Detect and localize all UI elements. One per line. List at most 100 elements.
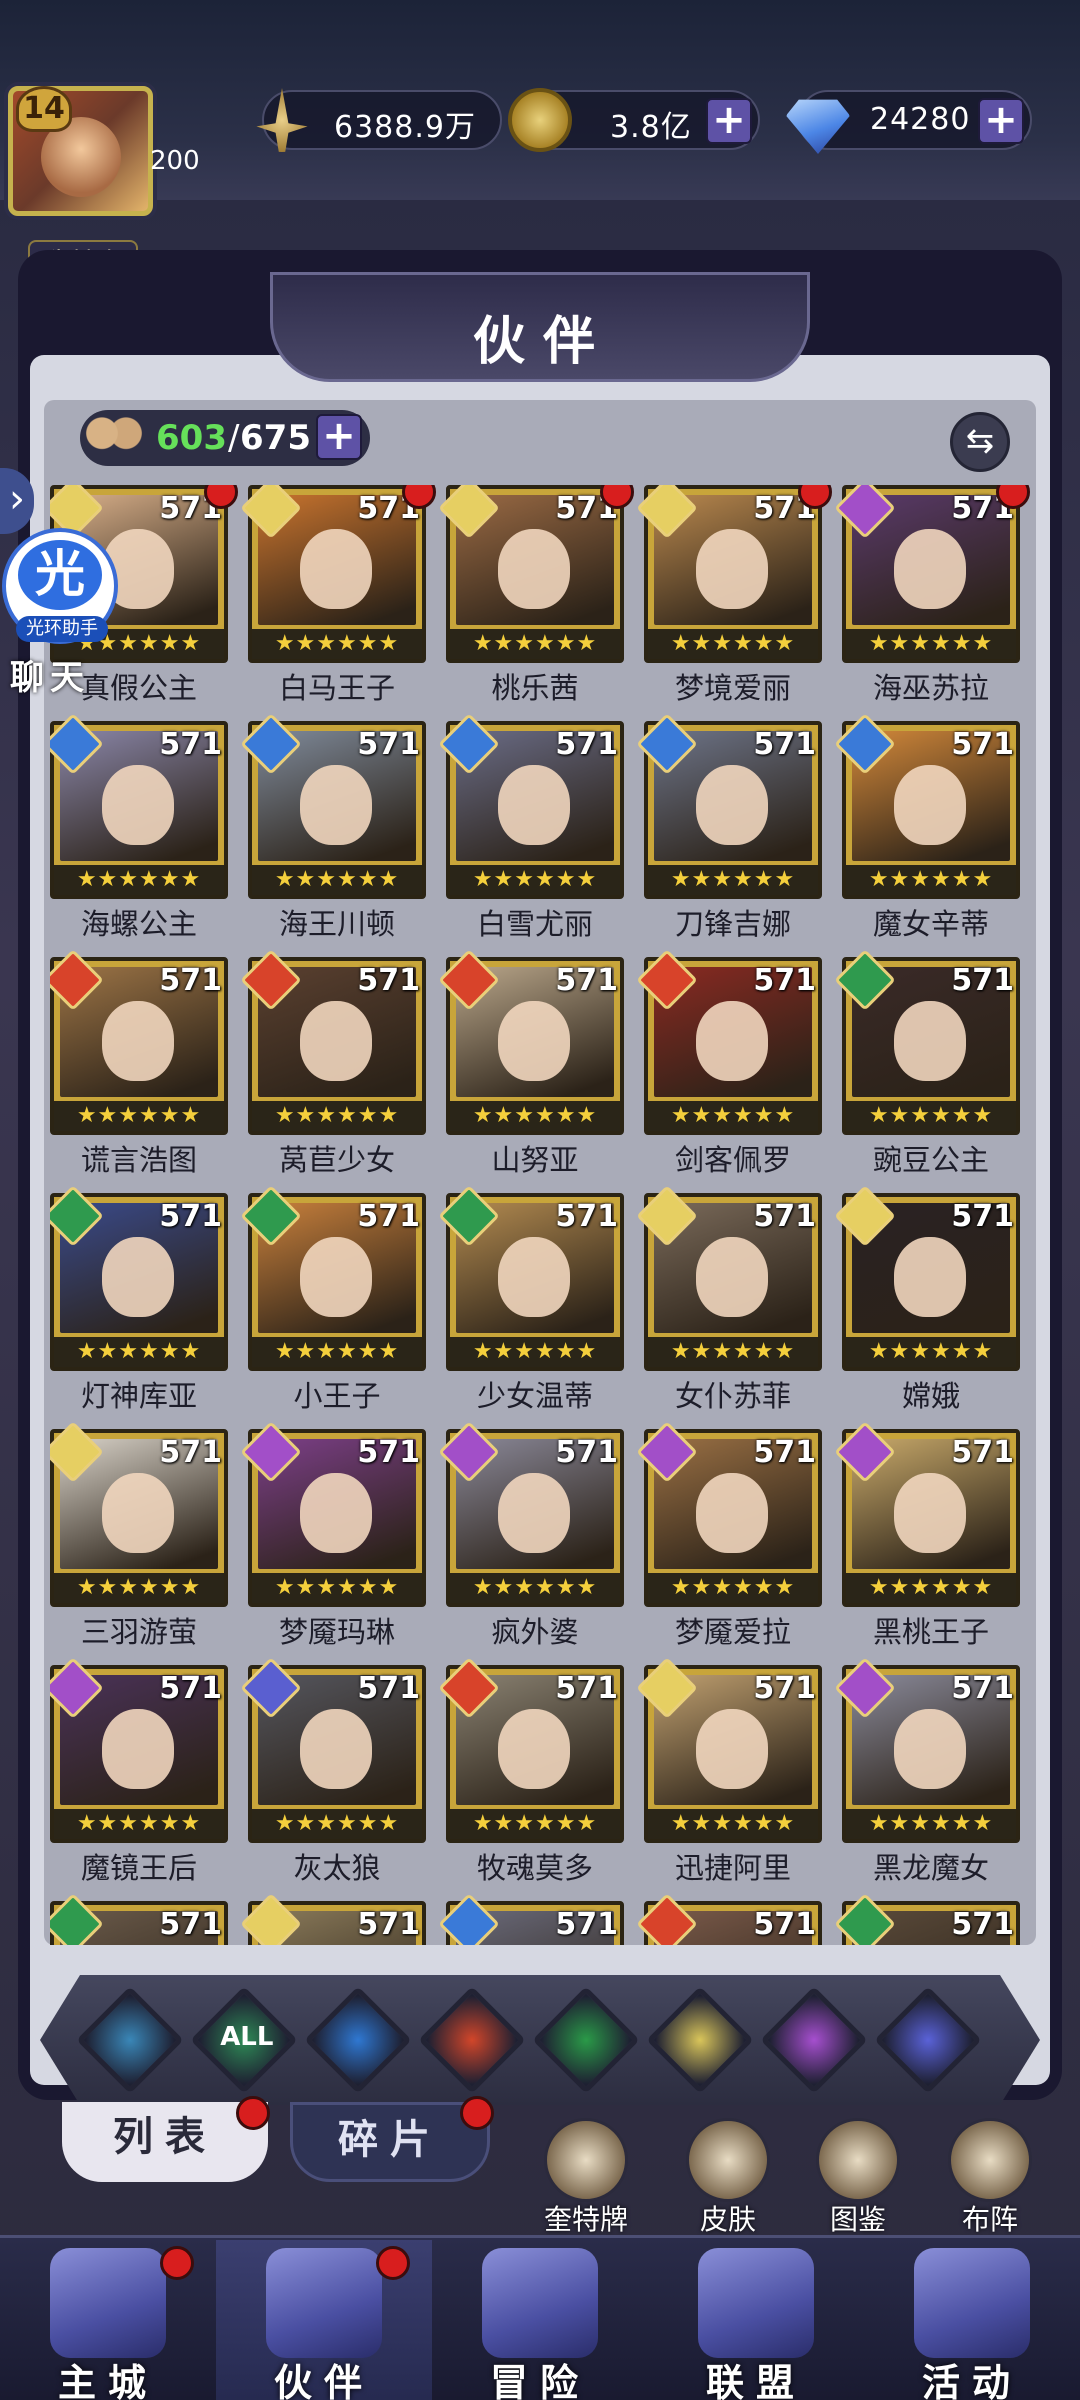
hero-face <box>894 529 966 609</box>
hero-name: 三羽游萤 <box>80 1615 197 1649</box>
hero-stars: ★★★★★★ <box>648 865 818 895</box>
tool-formation-label: 布阵 <box>961 2203 1018 2236</box>
nav-main-city[interactable]: 主城 <box>0 2240 216 2400</box>
hero-card[interactable]: ★★★★★★ 571 白雪尤丽 <box>438 713 624 951</box>
hero-level: 571 <box>555 727 618 762</box>
hero-card[interactable]: ★★★★★★ 571 梦境爱丽 <box>636 485 832 715</box>
hero-stars: ★★★★★★ <box>450 1337 620 1367</box>
nav-events[interactable]: 活动 <box>864 2240 1080 2400</box>
hero-card[interactable]: ★★★★★★ 571 三羽游萤 <box>50 1421 228 1659</box>
hero-card[interactable]: ★★★★★★ 571 迅捷阿里 <box>636 1657 822 1895</box>
hero-name: 白雪尤丽 <box>476 907 593 941</box>
add-gems-button[interactable]: + <box>978 98 1024 144</box>
gem-value: 24280 <box>870 102 971 137</box>
hero-face <box>696 1237 768 1317</box>
add-gold-button[interactable]: + <box>706 98 752 144</box>
hero-card[interactable]: ★★★★★★ 571 剑客佩罗 <box>636 949 822 1187</box>
tool-codex[interactable]: 图鉴 <box>808 2118 908 2236</box>
hero-card[interactable]: ★★★★★★ 571 谎言浩图 <box>50 949 228 1187</box>
hero-card[interactable]: ★★★★★★ 571 山努亚 <box>438 949 624 1187</box>
hero-stars: ★★★★★★ <box>648 1573 818 1603</box>
castle-icon <box>50 2248 166 2358</box>
hero-card[interactable]: ★★★★★★ 571 女仆苏菲 <box>636 1185 822 1423</box>
nav-red-dot <box>376 2246 410 2280</box>
hero-face <box>102 1473 174 1553</box>
hero-card[interactable]: ★★★★★★ 571 魔女辛蒂 <box>834 713 1020 951</box>
hero-name: 小王子 <box>293 1379 381 1413</box>
hero-card[interactable]: ★★★★★★ 571 灯神库亚 <box>50 1185 228 1423</box>
hero-card[interactable]: ★★★★★★571 <box>50 1893 228 1945</box>
hero-card[interactable]: ★★★★★★ 571 豌豆公主 <box>834 949 1020 1187</box>
coin-icon <box>508 88 572 152</box>
hero-card[interactable]: ★★★★★★ 571 灰太狼 <box>240 1657 426 1895</box>
hero-stars: ★★★★★★ <box>450 1101 620 1131</box>
hero-stars: ★★★★★★ <box>54 1809 224 1839</box>
hero-card[interactable]: ★★★★★★ 571 黑龙魔女 <box>834 1657 1020 1895</box>
hero-level: 571 <box>753 1199 816 1234</box>
hero-card[interactable]: ★★★★★★ 571 魔镜王后 <box>50 1657 228 1895</box>
hero-card[interactable]: ★★★★★★ 571 海王川顿 <box>240 713 426 951</box>
nav-label: 伙伴 <box>273 2361 374 2400</box>
sort-toggle-button[interactable]: ⇆ <box>950 412 1010 472</box>
hero-name: 海王川顿 <box>278 907 395 941</box>
hero-card[interactable]: ★★★★★★ 571 梦魇爱拉 <box>636 1421 822 1659</box>
hero-stars: ★★★★★★ <box>846 1573 1016 1603</box>
hero-face <box>696 1473 768 1553</box>
hero-stars: ★★★★★★ <box>648 1809 818 1839</box>
cards-icon <box>914 2248 1030 2358</box>
hero-stars: ★★★★★★ <box>252 865 422 895</box>
skin-icon <box>686 2118 770 2202</box>
hero-level: 571 <box>357 963 420 998</box>
nav-adventure[interactable]: 冒险 <box>432 2240 648 2400</box>
hero-card[interactable]: ★★★★★★ 571 刀锋吉娜 <box>636 713 822 951</box>
nav-alliance[interactable]: 联盟 <box>648 2240 864 2400</box>
hero-stars: ★★★★★★ <box>450 1573 620 1603</box>
hero-card[interactable]: ★★★★★★ 571 海螺公主 <box>50 713 228 951</box>
hero-card[interactable]: ★★★★★★ 571 嫦娥 <box>834 1185 1020 1423</box>
roster-count: 603 / 675 + <box>80 410 370 466</box>
hero-card[interactable]: ★★★★★★ 571 白马王子 <box>240 485 436 715</box>
hero-level: 571 <box>357 727 420 762</box>
hero-card[interactable]: ★★★★★★571 <box>834 1893 1020 1945</box>
tool-cards[interactable]: 奎特牌 <box>536 2118 636 2236</box>
hero-face <box>696 529 768 609</box>
hero-face <box>498 1237 570 1317</box>
roster-separator: / <box>228 418 240 458</box>
hero-name: 谎言浩图 <box>80 1143 197 1177</box>
assistant-bubble[interactable]: 光 光环助手 <box>2 528 118 644</box>
assistant-label: 光环助手 <box>16 616 108 642</box>
hero-level: 571 <box>753 1435 816 1470</box>
hero-card[interactable]: ★★★★★★ 571 黑桃王子 <box>834 1421 1020 1659</box>
hero-level: 571 <box>357 1435 420 1470</box>
hero-card[interactable]: ★★★★★★ 571 少女温蒂 <box>438 1185 624 1423</box>
formation-icon <box>948 2118 1032 2202</box>
hero-card[interactable]: ★★★★★★ 571 海巫苏拉 <box>834 485 1030 715</box>
hero-card[interactable]: ★★★★★★571 <box>240 1893 426 1945</box>
hero-card[interactable]: ★★★★★★ 571 牧魂莫多 <box>438 1657 624 1895</box>
hero-stars: ★★★★★★ <box>252 629 422 659</box>
hero-name: 灯神库亚 <box>80 1379 197 1413</box>
hero-name: 疯外婆 <box>491 1615 579 1649</box>
tool-formation[interactable]: 布阵 <box>940 2118 1040 2236</box>
expand-roster-button[interactable]: + <box>316 414 362 460</box>
hero-card[interactable]: ★★★★★★571 <box>636 1893 822 1945</box>
hero-card[interactable]: ★★★★★★571 <box>438 1893 624 1945</box>
tool-skins[interactable]: 皮肤 <box>678 2118 778 2236</box>
hero-stars: ★★★★★★ <box>54 1101 224 1131</box>
partners-icon <box>84 414 144 462</box>
nav-partners[interactable]: 伙伴 <box>216 2240 432 2400</box>
hero-card[interactable]: ★★★★★★ 571 桃乐茜 <box>438 485 634 715</box>
hero-card[interactable]: ★★★★★★ 571 梦魇玛琳 <box>240 1421 426 1659</box>
hero-face <box>498 1001 570 1081</box>
tab-fragments-red-dot <box>460 2096 494 2130</box>
hero-name: 海巫苏拉 <box>872 671 989 705</box>
hero-name: 少女温蒂 <box>476 1379 593 1413</box>
hero-stars: ★★★★★★ <box>450 865 620 895</box>
hero-face <box>498 529 570 609</box>
hero-name: 黑桃王子 <box>872 1615 989 1649</box>
chat-button[interactable]: 聊天 <box>10 650 90 699</box>
hero-card[interactable]: ★★★★★★ 571 疯外婆 <box>438 1421 624 1659</box>
hero-stars: ★★★★★★ <box>54 1573 224 1603</box>
hero-card[interactable]: ★★★★★★ 571 小王子 <box>240 1185 426 1423</box>
hero-card[interactable]: ★★★★★★ 571 莴苣少女 <box>240 949 426 1187</box>
